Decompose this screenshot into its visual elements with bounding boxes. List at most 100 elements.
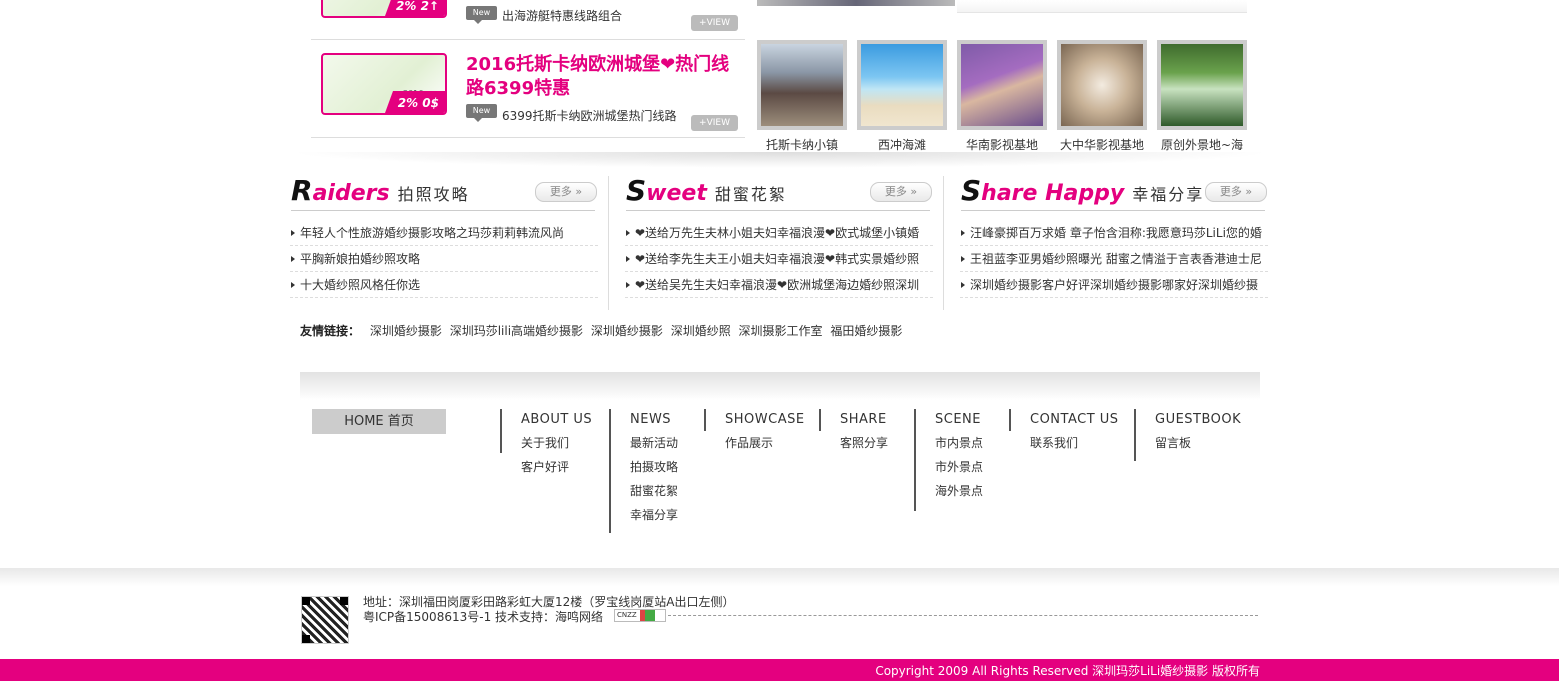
- footer-nav-guestbook: GUESTBOOK 留言板: [1134, 409, 1241, 461]
- footer-nav-title[interactable]: GUESTBOOK: [1155, 409, 1241, 431]
- gallery-label[interactable]: 华南影视基地: [957, 136, 1047, 153]
- footer-nav-title[interactable]: SHARE: [840, 409, 888, 431]
- thumb-text: 2% 2↑: [396, 0, 439, 13]
- gallery-item[interactable]: 华南影视基地: [957, 40, 1047, 153]
- column-rule: [291, 210, 595, 211]
- heading-initial: R: [291, 174, 313, 207]
- promo-thumb-1[interactable]: 2% 2↑: [321, 0, 447, 18]
- gallery-frame[interactable]: [857, 40, 947, 130]
- heading-initial: S: [626, 174, 647, 207]
- footer-dash-line: [668, 615, 1258, 616]
- view-button[interactable]: +VIEW: [691, 115, 738, 131]
- news-item[interactable]: 平胸新娘拍婚纱照攻略: [290, 246, 598, 272]
- footer-nav-link[interactable]: 市外景点: [935, 455, 983, 479]
- friend-link[interactable]: 深圳婚纱摄影: [591, 324, 663, 338]
- news-item[interactable]: 深圳婚纱摄影客户好评深圳婚纱摄影哪家好深圳婚纱摄: [960, 272, 1268, 298]
- gallery-item[interactable]: 原创外景地~海: [1157, 40, 1247, 153]
- gallery-frame[interactable]: [1057, 40, 1147, 130]
- footer-nav-link[interactable]: 幸福分享: [630, 503, 678, 527]
- friend-link[interactable]: 福田婚纱摄影: [830, 324, 902, 338]
- promo-subtitle[interactable]: 出海游艇特惠线路组合: [502, 7, 622, 24]
- footer-shadow: [300, 372, 1260, 400]
- section-shadow: [288, 152, 1273, 168]
- heading-cn: 拍照攻略: [397, 185, 470, 204]
- footer-nav-title[interactable]: SCENE: [935, 409, 983, 431]
- more-button[interactable]: 更多 »: [870, 182, 932, 202]
- news-item[interactable]: ❤送给万先生夫林小姐夫妇幸福浪漫❤欧式城堡小镇婚: [625, 220, 933, 246]
- friend-links: 友情链接： 深圳婚纱摄影 深圳玛莎lili高端婚纱摄影 深圳婚纱摄影 深圳婚纱照…: [300, 322, 906, 339]
- more-button[interactable]: 更多 »: [535, 182, 597, 202]
- footer-nav-link[interactable]: 海外景点: [935, 479, 983, 503]
- cnzz-label: CNZZ: [617, 611, 637, 619]
- footer-nav-title[interactable]: SHOWCASE: [725, 409, 805, 431]
- promo-thumb-2[interactable]: 2016 2% 0$: [321, 53, 447, 115]
- heading-cn: 幸福分享: [1132, 185, 1205, 204]
- footer-nav-title[interactable]: ABOUT US: [521, 409, 592, 431]
- footer-nav-link[interactable]: 留言板: [1155, 431, 1241, 455]
- gallery-frame[interactable]: [957, 40, 1047, 130]
- footer-nav-title[interactable]: NEWS: [630, 409, 678, 431]
- footer-nav-link[interactable]: 拍摄攻略: [630, 455, 678, 479]
- heading-en: aiders: [312, 181, 390, 206]
- cnzz-badge[interactable]: CNZZ: [614, 609, 666, 622]
- copyright-text: Copyright 2009 All Rights Reserved 深圳玛莎L…: [875, 664, 1260, 678]
- photo-lavender-icon: [961, 44, 1043, 126]
- share-heading: Share Happy 幸福分享: [961, 174, 1204, 210]
- promo-subtitle[interactable]: 6399托斯卡纳欧洲城堡热门线路: [502, 107, 677, 124]
- sweet-heading: Sweet 甜蜜花絮: [626, 174, 787, 210]
- footer-icp[interactable]: 粤ICP备15008613号-1 技术支持：海鸣网络: [363, 608, 603, 625]
- friend-link[interactable]: 深圳玛莎lili高端婚纱摄影: [450, 324, 583, 338]
- footer-nav-link[interactable]: 最新活动: [630, 431, 678, 455]
- friend-link[interactable]: 深圳婚纱照: [671, 324, 731, 338]
- more-button[interactable]: 更多 »: [1205, 182, 1267, 202]
- friend-link[interactable]: 深圳摄影工作室: [739, 324, 823, 338]
- gallery-top-remnant: [757, 0, 955, 6]
- gallery-frame[interactable]: [1157, 40, 1247, 130]
- gallery-frame[interactable]: [757, 40, 847, 130]
- heading-initial: S: [961, 174, 982, 207]
- gallery-label[interactable]: 大中华影视基地: [1057, 136, 1147, 153]
- news-item[interactable]: 王祖蓝李亚男婚纱照曝光 甜蜜之情溢于言表香港迪士尼: [960, 246, 1268, 272]
- promo-title[interactable]: 2016托斯卡纳欧洲城堡❤热门线路6399特惠: [466, 53, 736, 101]
- news-item[interactable]: ❤送给吴先生夫妇幸福浪漫❤欧洲城堡海边婚纱照深圳: [625, 272, 933, 298]
- gallery-label[interactable]: 西冲海滩: [857, 136, 947, 153]
- home-button[interactable]: HOME 首页: [312, 409, 446, 434]
- news-item[interactable]: ❤送给李先生夫王小姐夫妇幸福浪漫❤韩式实景婚纱照: [625, 246, 933, 272]
- footer-nav-scene: SCENE 市内景点 市外景点 海外景点: [914, 409, 983, 511]
- bottom-shadow: [0, 568, 1559, 586]
- footer-nav-contact: CONTACT US 联系我们: [1009, 409, 1119, 450]
- new-badge: New: [466, 104, 497, 122]
- footer-nav-link[interactable]: 作品展示: [725, 431, 805, 455]
- raiders-heading: Raiders 拍照攻略: [291, 174, 470, 210]
- footer-nav-link[interactable]: 甜蜜花絮: [630, 479, 678, 503]
- new-badge: New: [466, 6, 497, 24]
- photo-beach-icon: [861, 44, 943, 126]
- gallery-label[interactable]: 原创外景地~海: [1157, 136, 1247, 153]
- column-divider: [943, 176, 944, 310]
- photo-corridor-icon: [1061, 44, 1143, 126]
- news-item[interactable]: 年轻人个性旅游婚纱摄影攻略之玛莎莉莉韩流风尚: [290, 220, 598, 246]
- copyright-bar: Copyright 2009 All Rights Reserved 深圳玛莎L…: [0, 659, 1559, 681]
- heading-en: weet: [646, 181, 707, 206]
- gallery-item[interactable]: 西冲海滩: [857, 40, 947, 153]
- footer-nav-share: SHARE 客照分享: [819, 409, 888, 450]
- footer-nav-title[interactable]: CONTACT US: [1030, 409, 1119, 431]
- footer-nav-link[interactable]: 关于我们: [521, 431, 592, 455]
- footer-nav-link[interactable]: 客照分享: [840, 431, 888, 455]
- gallery-item[interactable]: 大中华影视基地: [1057, 40, 1147, 153]
- view-button[interactable]: +VIEW: [691, 15, 738, 31]
- footer-nav-link[interactable]: 客户好评: [521, 455, 592, 479]
- footer-nav-link[interactable]: 市内景点: [935, 431, 983, 455]
- news-item[interactable]: 十大婚纱照风格任你选: [290, 272, 598, 298]
- footer-nav-showcase: SHOWCASE 作品展示: [704, 409, 805, 450]
- friend-links-label: 友情链接：: [300, 324, 361, 338]
- gallery-label[interactable]: 托斯卡纳小镇: [757, 136, 847, 153]
- thumb-text: 2% 0$: [397, 96, 439, 110]
- heading-cn: 甜蜜花絮: [714, 185, 787, 204]
- news-item[interactable]: 汪峰豪掷百万求婚 章子怡含泪称:我愿意玛莎LiLi您的婚: [960, 220, 1268, 246]
- footer-nav-link[interactable]: 联系我们: [1030, 431, 1119, 455]
- gallery-item[interactable]: 托斯卡纳小镇: [757, 40, 847, 153]
- qr-code-icon: [301, 596, 349, 644]
- friend-link[interactable]: 深圳婚纱摄影: [370, 324, 442, 338]
- footer-nav-news: NEWS 最新活动 拍摄攻略 甜蜜花絮 幸福分享: [609, 409, 678, 533]
